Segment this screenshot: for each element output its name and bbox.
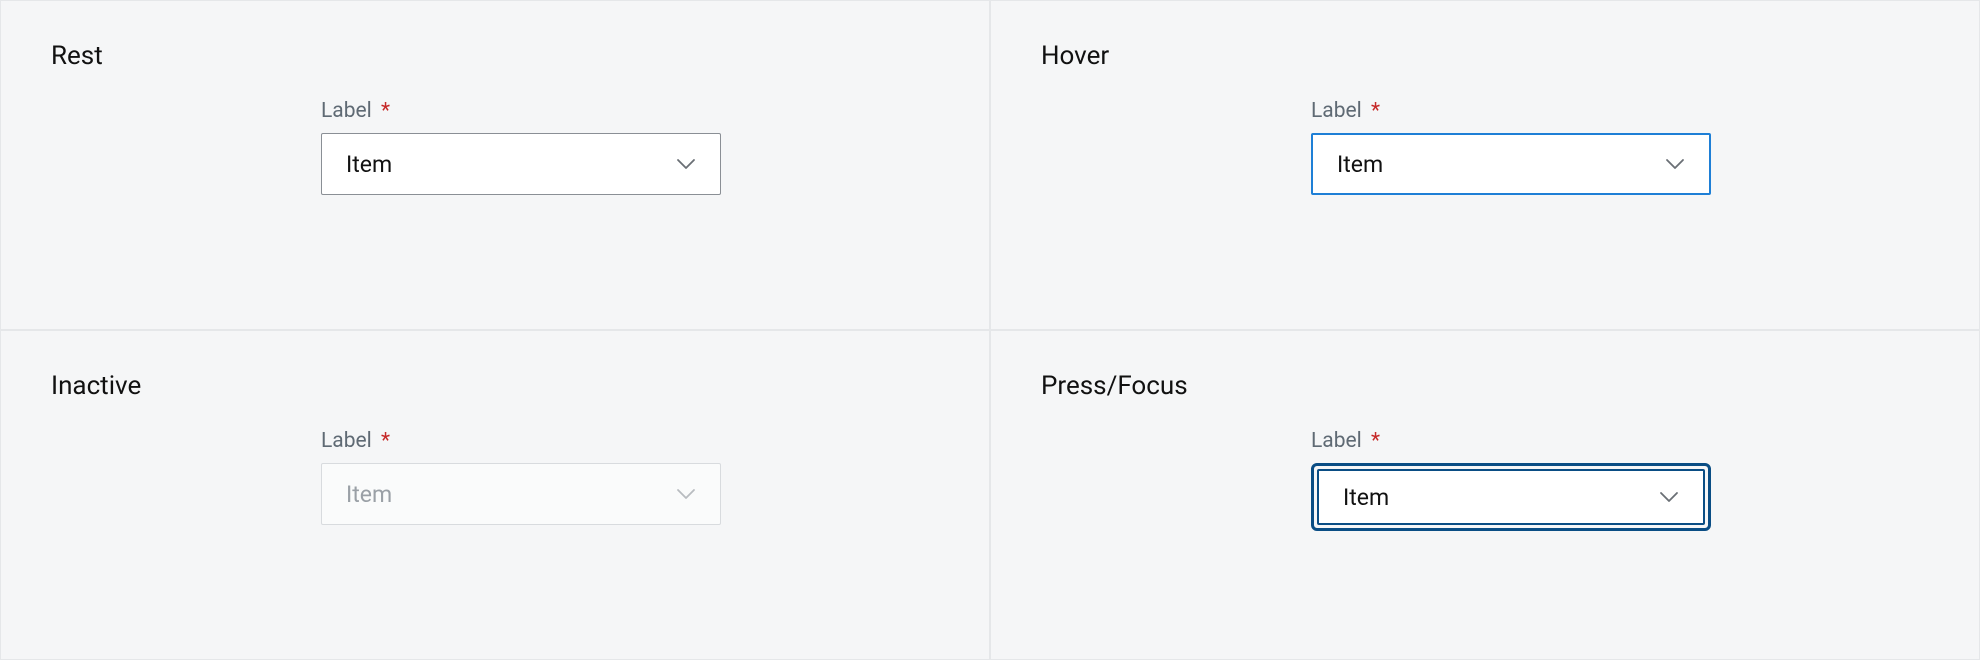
label-text: Label xyxy=(321,429,372,453)
label-text: Label xyxy=(1311,99,1362,123)
chevron-down-icon xyxy=(1655,483,1683,511)
label-text: Label xyxy=(321,99,372,123)
state-title: Press/Focus xyxy=(1041,371,1929,401)
required-star: * xyxy=(381,429,390,453)
field-wrap: Label * Item xyxy=(321,99,721,195)
field-wrap: Label * Item xyxy=(1311,99,1711,195)
combobox-inactive: Item xyxy=(321,463,721,525)
combobox-rest[interactable]: Item xyxy=(321,133,721,195)
state-title: Inactive xyxy=(51,371,939,401)
state-rest: Rest Label * Item xyxy=(0,0,990,330)
state-title: Rest xyxy=(51,41,939,71)
field-label: Label * xyxy=(1311,99,1711,123)
states-grid: Rest Label * Item Hover Label * Item xyxy=(0,0,1980,660)
chevron-down-icon xyxy=(672,480,700,508)
chevron-down-icon xyxy=(672,150,700,178)
combobox-value: Item xyxy=(1343,484,1389,511)
field-label: Label * xyxy=(321,99,721,123)
combobox-value: Item xyxy=(346,151,392,178)
field-wrap: Label * Item xyxy=(1311,429,1711,531)
combobox-value: Item xyxy=(346,481,392,508)
state-title: Hover xyxy=(1041,41,1929,71)
combobox-hover[interactable]: Item xyxy=(1311,133,1711,195)
field-label: Label * xyxy=(1311,429,1711,453)
required-star: * xyxy=(381,99,390,123)
required-star: * xyxy=(1371,429,1380,453)
state-hover: Hover Label * Item xyxy=(990,0,1980,330)
combobox-focus[interactable]: Item xyxy=(1317,469,1705,525)
required-star: * xyxy=(1371,99,1380,123)
field-label: Label * xyxy=(321,429,721,453)
chevron-down-icon xyxy=(1661,150,1689,178)
focus-ring: Item xyxy=(1311,463,1711,531)
combobox-value: Item xyxy=(1337,151,1383,178)
label-text: Label xyxy=(1311,429,1362,453)
field-wrap: Label * Item xyxy=(321,429,721,525)
state-focus: Press/Focus Label * Item xyxy=(990,330,1980,660)
state-inactive: Inactive Label * Item xyxy=(0,330,990,660)
